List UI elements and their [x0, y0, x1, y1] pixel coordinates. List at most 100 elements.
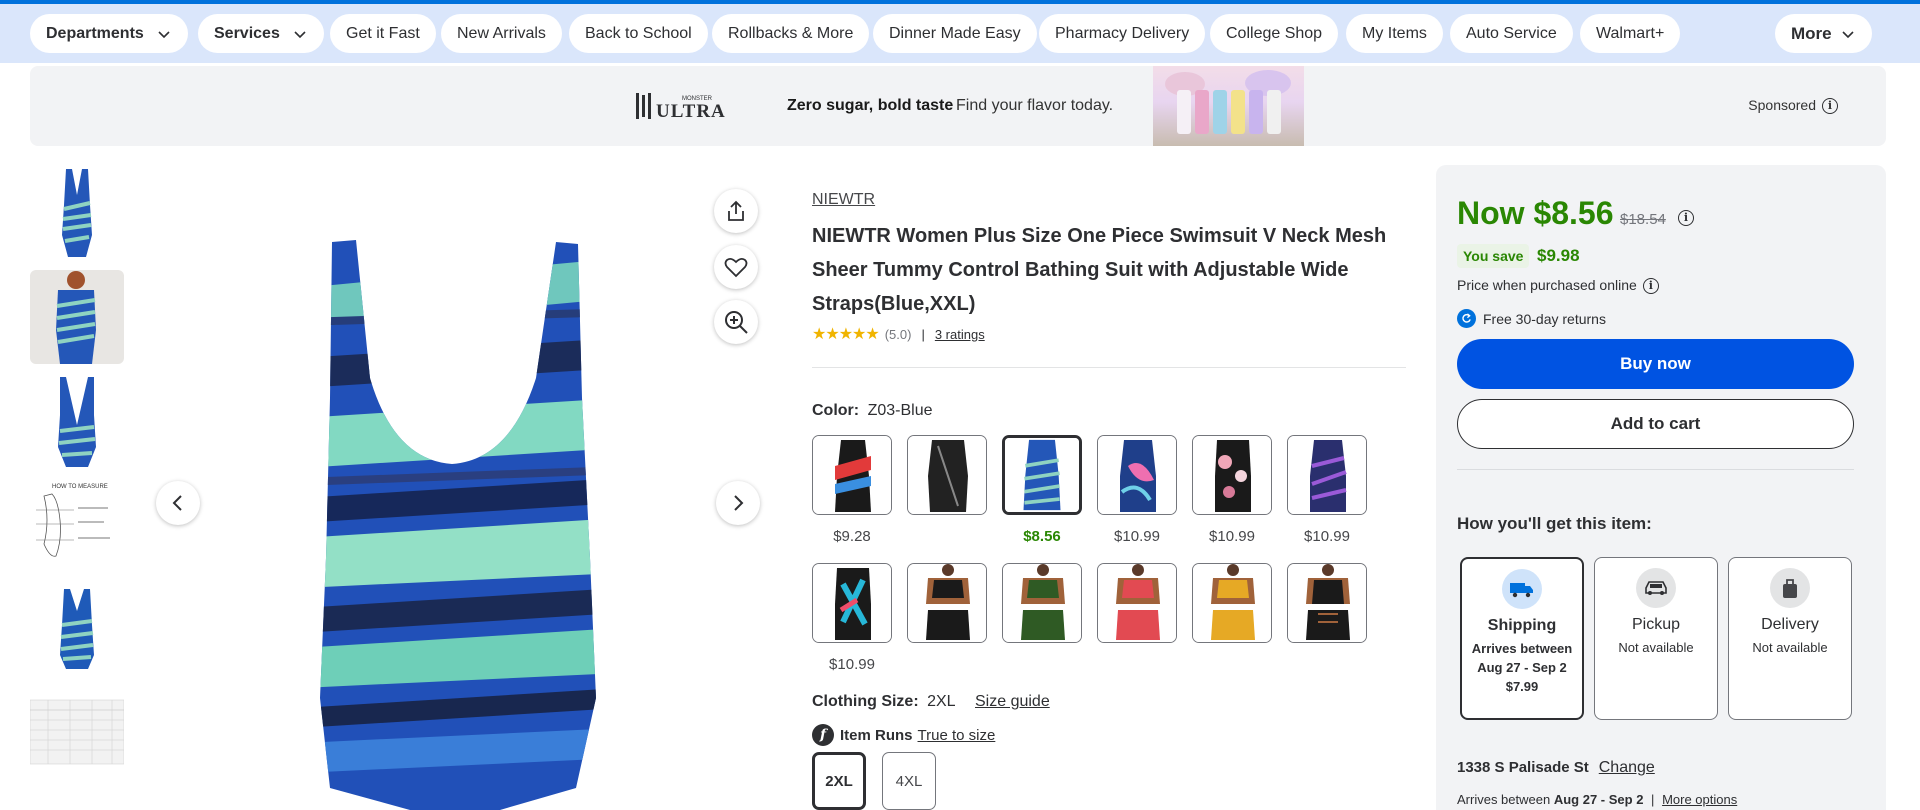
- model-thumbnail-image: [30, 270, 124, 364]
- you-save-amount: $9.98: [1537, 246, 1580, 265]
- swatch-image: [1193, 564, 1271, 642]
- color-swatch-selected[interactable]: [1002, 435, 1082, 515]
- thumbnail-1[interactable]: [30, 165, 124, 259]
- color-swatch[interactable]: [907, 563, 987, 643]
- banner-text: Find your flavor today.: [956, 97, 1114, 114]
- zoom-in-icon: [725, 311, 748, 334]
- swatch-price: $10.99: [1209, 528, 1255, 545]
- change-address-link[interactable]: Change: [1599, 759, 1655, 777]
- more-label: More: [1791, 23, 1832, 43]
- color-swatch[interactable]: [1002, 563, 1082, 643]
- price-info-icon[interactable]: i: [1678, 210, 1694, 226]
- color-swatch[interactable]: [812, 435, 892, 515]
- thumbnail-4[interactable]: HOW TO MEASURE: [30, 480, 124, 574]
- more-options-link[interactable]: More options: [1662, 792, 1737, 807]
- rating-row: ★★★★★ (5.0) | 3 ratings: [812, 324, 985, 344]
- free-returns: Free 30-day returns: [1457, 309, 1606, 328]
- swimsuit-thumbnail-image: [30, 585, 124, 679]
- you-save-badge: You save: [1457, 244, 1530, 268]
- nav-link-auto-service[interactable]: Auto Service: [1450, 14, 1573, 53]
- rating-value: (5.0): [884, 326, 912, 342]
- size-guide-link[interactable]: Size guide: [975, 693, 1050, 711]
- delivery-address: 1338 S Palisade St: [1457, 759, 1589, 776]
- swatch-image: [1005, 438, 1079, 512]
- monster-ultra-logo: MONSTER ULTRA: [636, 93, 725, 121]
- color-swatch[interactable]: [1287, 563, 1367, 643]
- can-shape: [1231, 90, 1245, 134]
- chevron-left-icon: [172, 495, 182, 511]
- nav-link-dinner-made-easy[interactable]: Dinner Made Easy: [873, 14, 1037, 53]
- color-value: Z03-Blue: [867, 402, 933, 419]
- color-swatch[interactable]: [1192, 563, 1272, 643]
- arrival-info: Arrives between Aug 27 - Sep 2 | More op…: [1457, 792, 1737, 807]
- department-nav-bar: Departments Services Get it Fast New Arr…: [0, 0, 1920, 63]
- favorite-button[interactable]: [714, 245, 758, 289]
- share-button[interactable]: [714, 189, 758, 233]
- divider: [812, 367, 1406, 368]
- fulfillment-line: Not available: [1752, 640, 1828, 655]
- thumbnail-6[interactable]: [30, 690, 124, 784]
- thumbnail-3[interactable]: [30, 375, 124, 469]
- true-to-size-link[interactable]: True to size: [918, 727, 996, 744]
- next-image-button[interactable]: [716, 481, 760, 525]
- measure-guide-thumbnail-image: HOW TO MEASURE: [30, 480, 124, 574]
- arrives-dates: Aug 27 - Sep 2: [1553, 792, 1644, 807]
- nav-link-get-it-fast[interactable]: Get it Fast: [330, 14, 436, 53]
- fulfillment-line: $7.99: [1505, 679, 1539, 694]
- nav-link-new-arrivals[interactable]: New Arrivals: [441, 14, 562, 53]
- arrives-separator: |: [1651, 792, 1655, 807]
- nav-link-college-shop[interactable]: College Shop: [1210, 14, 1339, 53]
- product-title: NIEWTR Women Plus Size One Piece Swimsui…: [812, 225, 1387, 315]
- add-to-cart-button[interactable]: Add to cart: [1457, 399, 1854, 449]
- fulfillment-title: Shipping: [1487, 617, 1557, 634]
- size-option[interactable]: 4XL: [882, 752, 936, 810]
- more-button[interactable]: More: [1775, 14, 1872, 53]
- departments-button[interactable]: Departments: [30, 14, 188, 53]
- brand-link[interactable]: NIEWTR: [812, 191, 875, 209]
- size-option-selected[interactable]: 2XL: [812, 752, 866, 810]
- swatch-image: [908, 564, 986, 642]
- ratings-count-link[interactable]: 3 ratings: [935, 327, 985, 342]
- nav-link-my-items[interactable]: My Items: [1346, 14, 1443, 53]
- sponsored-banner[interactable]: MONSTER ULTRA Zero sugar, bold taste Fin…: [30, 66, 1886, 146]
- zoom-button[interactable]: [714, 300, 758, 344]
- fulfillment-option-pickup[interactable]: Pickup Not available: [1594, 557, 1718, 720]
- swatch-image: [1193, 436, 1271, 514]
- online-price-note: Price when purchased online i: [1457, 277, 1659, 295]
- main-product-image[interactable]: [300, 228, 620, 810]
- swatch-image: [908, 436, 986, 514]
- fulfillment-option-shipping[interactable]: Shipping Arrives between Aug 27 - Sep 2 …: [1460, 557, 1584, 720]
- rating-stars-icon: ★★★★★: [812, 326, 880, 343]
- swatch-image: [1098, 564, 1176, 642]
- color-swatch[interactable]: [1097, 435, 1177, 515]
- services-button[interactable]: Services: [198, 14, 324, 53]
- fit-icon: f: [812, 724, 834, 746]
- nav-link-walmart-plus[interactable]: Walmart+: [1580, 14, 1681, 53]
- buy-now-button[interactable]: Buy now: [1457, 339, 1854, 389]
- color-swatch[interactable]: [1287, 435, 1367, 515]
- banner-product-image: [1153, 66, 1304, 146]
- color-swatch[interactable]: [907, 435, 987, 515]
- fulfillment-option-delivery[interactable]: Delivery Not available: [1728, 557, 1852, 720]
- shipping-truck-icon: [1502, 569, 1542, 609]
- nav-link-pharmacy-delivery[interactable]: Pharmacy Delivery: [1039, 14, 1206, 53]
- thumbnail-5[interactable]: [30, 585, 124, 679]
- nav-link-rollbacks[interactable]: Rollbacks & More: [712, 14, 870, 53]
- thumbnail-2[interactable]: [30, 270, 124, 364]
- nav-link-back-to-school[interactable]: Back to School: [569, 14, 708, 53]
- arrives-prefix: Arrives between: [1457, 792, 1551, 807]
- current-price: Now $8.56: [1457, 195, 1614, 231]
- info-icon[interactable]: i: [1642, 278, 1659, 295]
- fulfillment-title: Delivery: [1761, 616, 1819, 633]
- fulfillment-line: Aug 27 - Sep 2: [1477, 660, 1567, 675]
- previous-image-button[interactable]: [156, 481, 200, 525]
- color-swatch[interactable]: [1192, 435, 1272, 515]
- chevron-down-icon: [1842, 30, 1854, 38]
- swatch-image: [1098, 436, 1176, 514]
- color-swatch[interactable]: [812, 563, 892, 643]
- sponsored-text: Sponsored: [1748, 97, 1816, 113]
- sponsored-label[interactable]: Sponsored i: [1748, 97, 1838, 115]
- measure-title: HOW TO MEASURE: [52, 484, 108, 490]
- swatch-price: $10.99: [1304, 528, 1350, 545]
- color-swatch[interactable]: [1097, 563, 1177, 643]
